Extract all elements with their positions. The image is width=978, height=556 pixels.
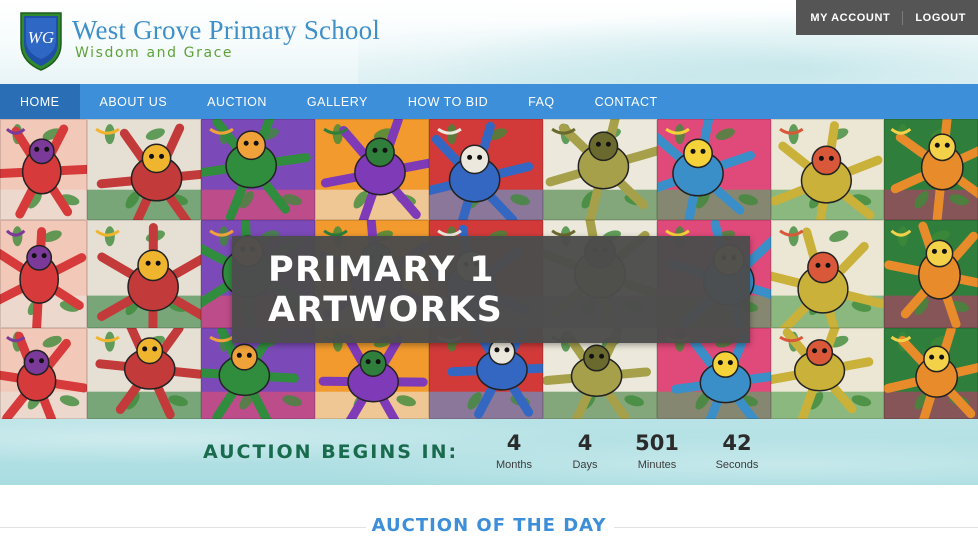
artwork-tile xyxy=(315,119,429,220)
nav-contact[interactable]: CONTACT xyxy=(575,84,678,119)
countdown-days-label: Days xyxy=(572,459,598,471)
artwork-tile xyxy=(657,119,771,220)
artwork-tile xyxy=(0,328,87,419)
site-header: WG West Grove Primary School Wisdom and … xyxy=(0,0,978,84)
auction-countdown: AUCTION BEGINS IN: 4 Months 4 Days 501 M… xyxy=(0,419,978,485)
countdown-minutes-value: 501 xyxy=(635,431,679,455)
nav-about-us[interactable]: ABOUT US xyxy=(80,84,188,119)
artwork-tile xyxy=(201,119,315,220)
nav-auction[interactable]: AUCTION xyxy=(187,84,287,119)
artwork-tile xyxy=(884,328,978,419)
main-nav: HOME ABOUT US AUCTION GALLERY HOW TO BID… xyxy=(0,84,978,119)
nav-faq[interactable]: FAQ xyxy=(508,84,575,119)
countdown-months-label: Months xyxy=(495,459,533,471)
countdown-minutes-label: Minutes xyxy=(637,459,677,471)
school-name[interactable]: West Grove Primary School xyxy=(72,15,380,46)
artwork-tile xyxy=(771,119,884,220)
artwork-tile xyxy=(771,220,884,328)
countdown-days: 4 Days xyxy=(550,431,620,471)
hero-title: PRIMARY 1 ARTWORKS xyxy=(268,250,503,330)
artwork-tile xyxy=(429,119,543,220)
countdown-minutes: 501 Minutes xyxy=(622,431,692,471)
auction-of-the-day-section: AUCTION OF THE DAY xyxy=(0,485,978,556)
artwork-tile xyxy=(0,119,87,220)
hero-title-box: PRIMARY 1 ARTWORKS xyxy=(232,236,750,343)
school-crest-icon[interactable]: WG xyxy=(18,10,64,72)
countdown-label: AUCTION BEGINS IN: xyxy=(203,441,459,463)
logout-link[interactable]: LOGOUT xyxy=(903,12,978,24)
countdown-seconds: 42 Seconds xyxy=(702,431,772,471)
nav-gallery[interactable]: GALLERY xyxy=(287,84,388,119)
hero-title-line-1: PRIMARY 1 xyxy=(268,250,496,290)
my-account-link[interactable]: MY ACCOUNT xyxy=(798,12,902,24)
nav-home[interactable]: HOME xyxy=(0,84,80,119)
school-motto: Wisdom and Grace xyxy=(75,45,234,61)
hero-title-line-2: ARTWORKS xyxy=(268,290,504,330)
artwork-tile xyxy=(87,220,201,328)
artwork-tile xyxy=(87,119,201,220)
logo-monogram: WG xyxy=(28,28,54,47)
countdown-days-value: 4 xyxy=(577,431,593,455)
countdown-months: 4 Months xyxy=(479,431,549,471)
countdown-seconds-value: 42 xyxy=(722,431,752,455)
artwork-tile xyxy=(543,119,657,220)
hero-banner: PRIMARY 1 ARTWORKS xyxy=(0,119,978,419)
countdown-seconds-label: Seconds xyxy=(715,459,759,471)
artwork-tile xyxy=(87,328,201,419)
artwork-tile xyxy=(884,119,978,220)
artwork-tile xyxy=(884,220,978,328)
countdown-months-value: 4 xyxy=(506,431,522,455)
nav-how-to-bid[interactable]: HOW TO BID xyxy=(388,84,508,119)
section-title: AUCTION OF THE DAY xyxy=(371,515,607,536)
artwork-tile xyxy=(771,328,884,419)
artwork-tile xyxy=(0,220,87,328)
account-bar: MY ACCOUNT LOGOUT xyxy=(796,0,978,35)
